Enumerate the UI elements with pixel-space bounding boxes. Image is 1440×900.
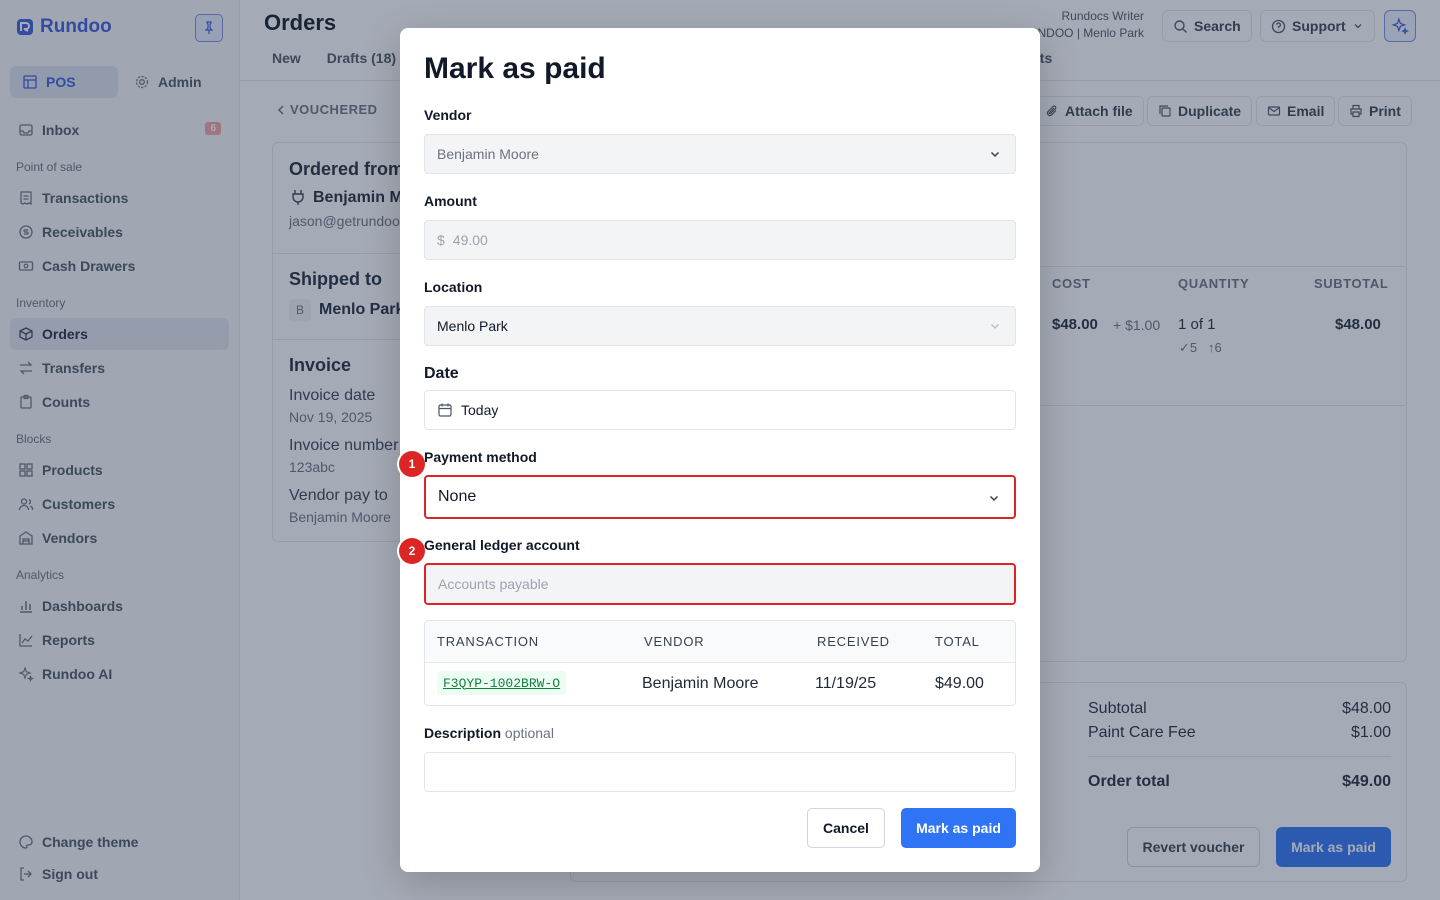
mark-as-paid-button[interactable]: Mark as paid (901, 808, 1016, 848)
col-transaction: TRANSACTION (437, 634, 539, 649)
optional-tag: optional (504, 725, 554, 741)
chevron-down-icon (989, 148, 1001, 160)
gl-account-input[interactable]: Accounts payable (424, 563, 1016, 605)
row-total: $49.00 (935, 675, 984, 692)
step-badge-1: 1 (399, 451, 425, 477)
dialog-title: Mark as paid (424, 52, 606, 85)
amount-value: 49.00 (452, 232, 488, 248)
vendor-select-value: Benjamin Moore (437, 146, 539, 162)
currency-symbol: $ (437, 232, 445, 248)
description-label-text: Description (424, 725, 502, 741)
col-total: TOTAL (935, 634, 980, 649)
location-label: Location (424, 279, 483, 295)
table-header: TRANSACTION VENDOR RECEIVED TOTAL (425, 621, 1015, 663)
gl-account-label: General ledger account (424, 537, 580, 553)
transactions-table: TRANSACTION VENDOR RECEIVED TOTAL F3QYP-… (424, 620, 1016, 706)
amount-label: Amount (424, 193, 477, 209)
transaction-link[interactable]: F3QYP-1002BRW-O (437, 671, 567, 695)
amount-input[interactable]: $ 49.00 (424, 220, 1016, 260)
step-badge-2: 2 (399, 538, 425, 564)
vendor-select[interactable]: Benjamin Moore (424, 134, 1016, 174)
vendor-label: Vendor (424, 107, 472, 123)
payment-method-select[interactable]: None (424, 475, 1016, 519)
col-vendor: VENDOR (644, 634, 705, 649)
cancel-button[interactable]: Cancel (807, 808, 885, 848)
location-select[interactable]: Menlo Park (424, 306, 1016, 346)
payment-method-value: None (438, 488, 477, 505)
date-label: Date (424, 365, 459, 382)
row-received: 11/19/25 (815, 675, 877, 692)
mark-as-paid-dialog: Mark as paid Vendor Benjamin Moore Amoun… (399, 28, 1040, 872)
row-vendor: Benjamin Moore (642, 675, 759, 692)
col-received: RECEIVED (817, 634, 890, 649)
description-input[interactable] (424, 752, 1016, 792)
location-select-value: Menlo Park (437, 318, 508, 334)
chevron-down-icon (989, 320, 1001, 332)
gl-account-placeholder: Accounts payable (438, 576, 549, 592)
date-value: Today (461, 402, 499, 418)
payment-method-label: Payment method (424, 449, 537, 465)
date-picker[interactable]: Today (424, 390, 1016, 430)
calendar-icon (437, 402, 453, 418)
chevron-down-icon (988, 492, 1000, 504)
description-label: Description optional (424, 725, 554, 741)
